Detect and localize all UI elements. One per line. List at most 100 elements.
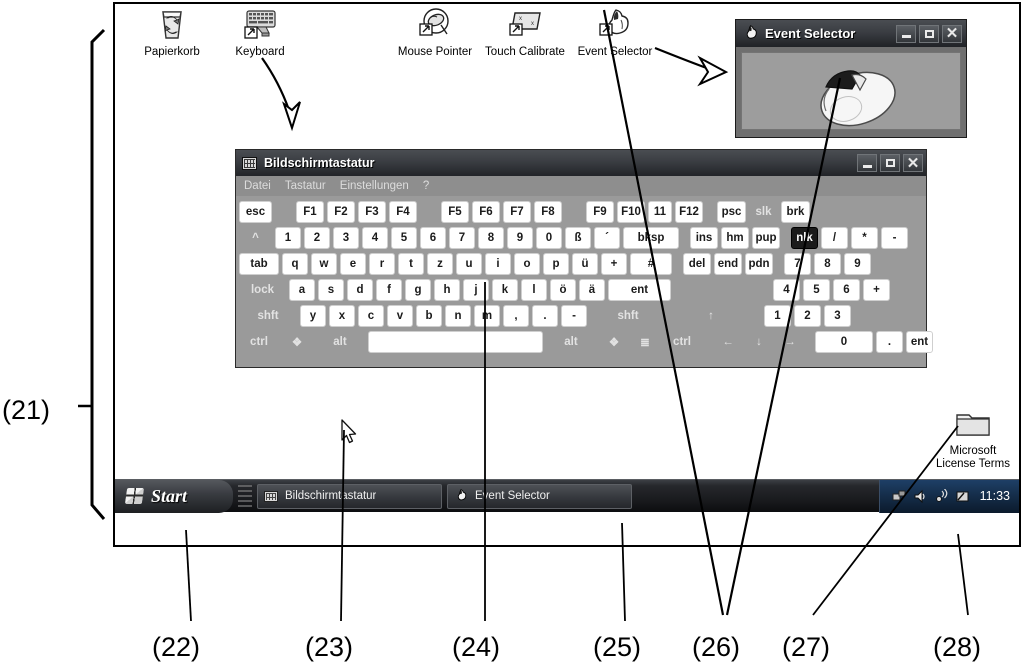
key--[interactable]: /	[821, 226, 848, 249]
key-b[interactable]: b	[416, 304, 442, 327]
close-button[interactable]: ✕	[903, 154, 923, 172]
key-6[interactable]: 6	[833, 278, 860, 301]
key--[interactable]: ö	[550, 278, 576, 301]
wireless-icon[interactable]	[934, 488, 949, 504]
event-selector-window[interactable]: Event Selector ✕	[735, 19, 967, 138]
volume-icon[interactable]	[913, 489, 928, 504]
maximize-button[interactable]	[880, 154, 900, 172]
key-3[interactable]: 3	[333, 226, 359, 249]
keyboard-keys-area[interactable]: esc F1 F2 F3 F4 F5 F6 F7 F8 F9 F10 11 F12 psc slk brk ^ 1…	[236, 196, 933, 359]
key--[interactable]: ,	[503, 304, 529, 327]
key--[interactable]: ←	[714, 331, 742, 353]
desktop-icon-recycle-bin[interactable]: Papierkorb	[124, 8, 220, 59]
key--[interactable]: -	[881, 226, 908, 249]
key-l[interactable]: l	[521, 278, 547, 301]
key-a[interactable]: a	[289, 278, 315, 301]
key-0[interactable]: 0	[536, 226, 562, 249]
key-s[interactable]: s	[318, 278, 344, 301]
key-f3[interactable]: F3	[358, 200, 386, 223]
key-2[interactable]: 2	[794, 304, 821, 327]
key-ins[interactable]: ins	[690, 226, 718, 249]
key-v[interactable]: v	[387, 304, 413, 327]
key-m[interactable]: m	[474, 304, 500, 327]
menu-item-help[interactable]: ?	[423, 180, 429, 192]
key-shft[interactable]: shft	[239, 305, 297, 327]
key-f10[interactable]: F10	[617, 200, 645, 223]
taskbar[interactable]: Start Bildschirmtastatur Event Selector	[115, 479, 1019, 513]
key-9[interactable]: 9	[507, 226, 533, 249]
key-shft[interactable]: shft	[590, 305, 666, 327]
key-ctrl[interactable]: ctrl	[661, 331, 703, 353]
key-g[interactable]: g	[405, 278, 431, 301]
menu-item-einstellungen[interactable]: Einstellungen	[340, 180, 409, 192]
key-2[interactable]: 2	[304, 226, 330, 249]
desktop-icon-ms-license[interactable]: Microsoft License Terms	[925, 407, 1019, 470]
key-bksp[interactable]: bksp	[623, 226, 679, 249]
key-u[interactable]: u	[456, 252, 482, 275]
key--[interactable]: ≣	[632, 331, 658, 353]
key-i[interactable]: i	[485, 252, 511, 275]
key--[interactable]: *	[851, 226, 878, 249]
key-nlk[interactable]: nlk	[791, 226, 818, 249]
key-4[interactable]: 4	[773, 278, 800, 301]
key-f9[interactable]: F9	[586, 200, 614, 223]
key--[interactable]: ä	[579, 278, 605, 301]
key--[interactable]: #	[630, 252, 672, 275]
key-1[interactable]: 1	[764, 304, 791, 327]
key-8[interactable]: 8	[478, 226, 504, 249]
minimize-button[interactable]	[857, 154, 877, 172]
key-end[interactable]: end	[714, 252, 742, 275]
key-f4[interactable]: F4	[389, 200, 417, 223]
key--[interactable]: ↑	[697, 305, 725, 327]
key-f12[interactable]: F12	[675, 200, 703, 223]
menu-item-tastatur[interactable]: Tastatur	[285, 180, 326, 192]
key-f[interactable]: f	[376, 278, 402, 301]
desktop[interactable]: Papierkorb Keyboard Mouse Pointer x x To…	[115, 4, 1019, 513]
key-5[interactable]: 5	[391, 226, 417, 249]
key-o[interactable]: o	[514, 252, 540, 275]
menu-item-datei[interactable]: Datei	[244, 180, 271, 192]
key-7[interactable]: 7	[449, 226, 475, 249]
key-4[interactable]: 4	[362, 226, 388, 249]
key-5[interactable]: 5	[803, 278, 830, 301]
key-f7[interactable]: F7	[503, 200, 531, 223]
key-c[interactable]: c	[358, 304, 384, 327]
key--[interactable]: ß	[565, 226, 591, 249]
key-1[interactable]: 1	[275, 226, 301, 249]
key-0[interactable]: 0	[815, 330, 873, 353]
taskbar-clock[interactable]: 11:33	[980, 489, 1010, 503]
key-k[interactable]: k	[492, 278, 518, 301]
desktop-icon-touch-calibrate[interactable]: x x Touch Calibrate	[477, 8, 573, 59]
key-hm[interactable]: hm	[721, 226, 749, 249]
key-pdn[interactable]: pdn	[745, 252, 773, 275]
key-11[interactable]: 11	[648, 200, 672, 223]
key-alt[interactable]: alt	[546, 331, 596, 353]
desktop-icon-keyboard[interactable]: Keyboard	[212, 8, 308, 59]
close-button[interactable]: ✕	[942, 24, 962, 43]
key-h[interactable]: h	[434, 278, 460, 301]
key-ctrl[interactable]: ctrl	[239, 331, 279, 353]
event-selector-titlebar[interactable]: Event Selector ✕	[736, 20, 966, 47]
key-pup[interactable]: pup	[752, 226, 780, 249]
network-icon[interactable]	[892, 489, 907, 504]
minimize-button[interactable]	[896, 24, 916, 43]
key-7[interactable]: 7	[784, 252, 811, 275]
key-f6[interactable]: F6	[472, 200, 500, 223]
key--[interactable]: ^	[239, 227, 272, 249]
desktop-icon-event-selector[interactable]: Event Selector	[567, 8, 663, 59]
key-e[interactable]: e	[340, 252, 366, 275]
key-f5[interactable]: F5	[441, 200, 469, 223]
key-6[interactable]: 6	[420, 226, 446, 249]
key-psc[interactable]: psc	[717, 200, 746, 223]
key-brk[interactable]: brk	[781, 200, 810, 223]
key-tab[interactable]: tab	[239, 252, 279, 275]
key--[interactable]: ´	[594, 226, 620, 249]
maximize-button[interactable]	[919, 24, 939, 43]
on-screen-keyboard-window[interactable]: Bildschirmtastatur ✕ Datei Tastatur Eins…	[235, 149, 933, 368]
key-spacer[interactable]	[368, 330, 543, 353]
keyboard-menubar[interactable]: Datei Tastatur Einstellungen ?	[236, 176, 926, 196]
key-9[interactable]: 9	[844, 252, 871, 275]
key-ent[interactable]: ent	[906, 330, 933, 353]
event-selector-content[interactable]	[741, 52, 961, 130]
key-3[interactable]: 3	[824, 304, 851, 327]
